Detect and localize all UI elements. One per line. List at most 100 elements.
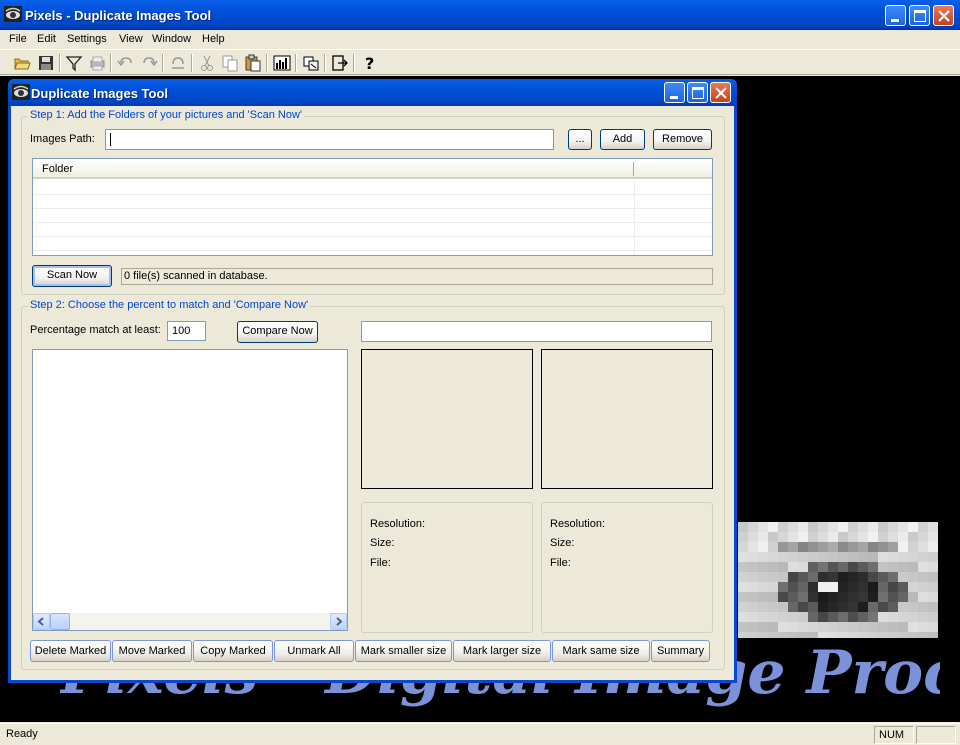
close-icon xyxy=(938,10,950,22)
mark-same-size-button[interactable]: Mark same size xyxy=(552,640,650,662)
eye-pixel xyxy=(908,612,918,622)
mark-larger-size-button[interactable]: Mark larger size xyxy=(453,640,551,662)
eye-pixel xyxy=(848,572,858,582)
left-image-info: Resolution: Size: File: xyxy=(361,502,533,633)
eye-pixel xyxy=(758,572,768,582)
eye-pixel xyxy=(818,522,828,532)
histogram-icon xyxy=(273,55,291,71)
eye-pixel xyxy=(818,602,828,612)
scroll-left-button[interactable] xyxy=(33,613,50,630)
eye-pixel xyxy=(758,602,768,612)
add-button[interactable]: Add xyxy=(600,129,645,150)
eye-pixel xyxy=(808,552,818,562)
eye-pixel xyxy=(758,582,768,592)
results-list[interactable] xyxy=(32,349,348,631)
eye-pixel xyxy=(858,552,868,562)
eye-pixel xyxy=(878,582,888,592)
histogram-button[interactable] xyxy=(272,53,292,73)
save-button[interactable] xyxy=(36,53,56,73)
dialog-close-button[interactable] xyxy=(710,82,731,103)
print-button[interactable] xyxy=(87,53,107,73)
left-image-preview xyxy=(361,349,533,489)
eye-pixel xyxy=(868,582,878,592)
compare-now-button[interactable]: Compare Now xyxy=(237,321,318,343)
menu-edit[interactable]: Edit xyxy=(37,33,56,45)
copy-button[interactable] xyxy=(220,53,240,73)
unmark-all-button[interactable]: Unmark All xyxy=(274,640,354,662)
paste-button[interactable] xyxy=(243,53,263,73)
results-horizontal-scrollbar[interactable] xyxy=(33,613,347,630)
eye-pixel xyxy=(848,612,858,622)
eye-pixel xyxy=(888,532,898,542)
menu-window[interactable]: Window xyxy=(152,33,191,45)
eye-pixel xyxy=(748,582,758,592)
close-button[interactable] xyxy=(933,5,954,26)
eye-pixel xyxy=(808,532,818,542)
eye-pixel xyxy=(918,522,928,532)
eye-pixel xyxy=(848,552,858,562)
eye-pixel xyxy=(898,602,908,612)
main-title-bar[interactable]: Pixels - Duplicate Images Tool xyxy=(0,0,960,30)
menu-file[interactable]: File xyxy=(9,33,27,45)
scroll-right-button[interactable] xyxy=(330,613,347,630)
eye-pixel xyxy=(738,532,748,542)
exit-button[interactable] xyxy=(330,53,350,73)
delete-marked-button[interactable]: Delete Marked xyxy=(30,640,111,662)
percentage-label: Percentage match at least: xyxy=(30,324,161,336)
eye-pixel xyxy=(898,542,908,552)
redo-button[interactable] xyxy=(139,53,159,73)
menu-view[interactable]: View xyxy=(119,33,143,45)
list-item xyxy=(33,195,712,209)
scan-now-button[interactable]: Scan Now xyxy=(32,265,112,287)
eye-pixel xyxy=(908,582,918,592)
eye-pixel xyxy=(918,562,928,572)
eye-pixel xyxy=(858,562,868,572)
scroll-thumb[interactable] xyxy=(50,613,70,630)
remove-button[interactable]: Remove xyxy=(653,129,712,150)
maximize-button[interactable] xyxy=(909,5,930,26)
minimize-button[interactable] xyxy=(885,5,906,26)
eye-pixel xyxy=(838,532,848,542)
menu-help[interactable]: Help xyxy=(202,33,225,45)
open-button[interactable] xyxy=(12,53,32,73)
column-folder-header[interactable]: Folder xyxy=(42,163,73,175)
eye-pixel xyxy=(738,582,748,592)
eye-pixel xyxy=(848,622,858,632)
dialog-maximize-button[interactable] xyxy=(687,82,708,103)
summary-button[interactable]: Summary xyxy=(651,640,710,662)
dialog-eye-icon xyxy=(12,84,30,100)
toolbar-separator xyxy=(266,54,268,72)
cut-button[interactable] xyxy=(197,53,217,73)
eye-pixel xyxy=(918,612,928,622)
copy-marked-button[interactable]: Copy Marked xyxy=(193,640,273,662)
eye-pixel xyxy=(798,582,808,592)
eye-pixel xyxy=(868,522,878,532)
images-path-input[interactable] xyxy=(105,129,554,150)
redo-icon xyxy=(143,57,158,67)
undo-button[interactable] xyxy=(116,53,136,73)
eye-pixel xyxy=(858,572,868,582)
save-disk-icon xyxy=(39,56,53,70)
dialog-title-bar[interactable]: Duplicate Images Tool xyxy=(8,79,737,106)
eye-pixel xyxy=(788,582,798,592)
dialog-minimize-button[interactable] xyxy=(664,82,685,103)
percentage-input[interactable]: 100 xyxy=(167,321,206,341)
mark-smaller-size-button[interactable]: Mark smaller size xyxy=(355,640,452,662)
help-button[interactable]: ? xyxy=(359,53,379,73)
filter-button[interactable] xyxy=(64,53,84,73)
eye-pixel xyxy=(748,522,758,532)
move-marked-button[interactable]: Move Marked xyxy=(112,640,192,662)
duplicate-tool-button[interactable] xyxy=(301,53,321,73)
eye-pixel xyxy=(898,572,908,582)
eye-pixel xyxy=(918,592,928,602)
browse-button[interactable]: ... xyxy=(568,129,592,150)
folder-list[interactable]: Folder xyxy=(32,158,713,256)
eye-pixel xyxy=(768,542,778,552)
eye-pixel xyxy=(818,592,828,602)
toolbar: ? xyxy=(0,49,960,75)
repeat-button[interactable] xyxy=(168,53,188,73)
compare-path-field[interactable] xyxy=(361,321,712,342)
eye-pixel xyxy=(788,592,798,602)
menu-settings[interactable]: Settings xyxy=(67,33,107,45)
eye-pixel xyxy=(918,552,928,562)
